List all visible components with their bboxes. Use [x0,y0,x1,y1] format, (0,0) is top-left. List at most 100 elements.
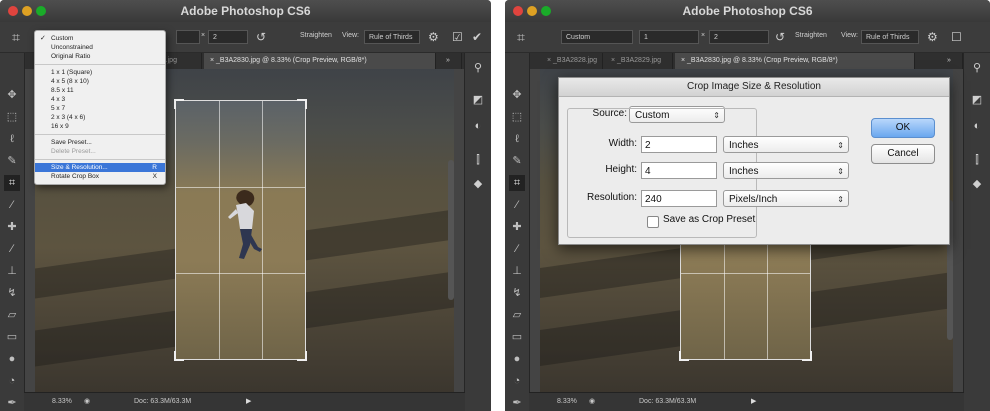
brush-tool-icon[interactable]: ∕ [509,241,525,257]
tab-b3a2828[interactable]: × _B3A2828.jpg [541,53,603,69]
crop-tool-icon[interactable]: ⌗ [509,175,525,191]
menu-item-8-5x11[interactable]: 8.5 x 11 [35,86,165,95]
eyedropper-tool-icon[interactable]: ⁄ [4,197,20,213]
healing-tool-icon[interactable]: ✚ [4,219,20,235]
preset-select[interactable]: Custom [561,30,633,44]
quick-select-tool-icon[interactable]: ✎ [509,153,525,169]
move-tool-icon[interactable]: ✥ [4,87,20,103]
navigator-panel-icon[interactable]: ◩ [970,93,984,107]
delete-cropped-check-icon[interactable]: ☐ [951,30,962,44]
straighten-button[interactable]: Straighten [795,32,827,39]
crop-tool-icon[interactable]: ⌗ [517,29,525,46]
menu-item-2x3[interactable]: 2 x 3 (4 x 6) [35,113,165,122]
lasso-tool-icon[interactable]: ℓ [4,131,20,147]
tab-b3a2830[interactable]: × _B3A2830.jpg @ 8.33% (Crop Preview, RG… [204,53,436,69]
menu-item-4x3[interactable]: 4 x 3 [35,95,165,104]
marquee-tool-icon[interactable]: ⬚ [509,109,525,125]
crop-handle-top-right[interactable] [297,99,307,109]
history-panel-icon[interactable]: ⚲ [970,61,984,75]
adjustments-panel-icon[interactable]: ◐ [471,119,485,133]
layers-panel-icon[interactable]: ◆ [471,177,485,191]
status-menu-arrow-icon[interactable]: ▶ [751,393,756,411]
crop-tool-icon[interactable]: ⌗ [4,175,20,191]
navigator-panel-icon[interactable]: ◩ [471,93,485,107]
crop-handle-bottom-right[interactable] [802,351,812,361]
vertical-scrollbar[interactable] [448,160,454,300]
view-select[interactable]: Rule of Thirds [861,30,919,44]
crop-tool-icon[interactable]: ⌗ [12,29,20,46]
gear-icon[interactable]: ⚙ [927,30,938,44]
menu-item-save-preset[interactable]: Save Preset... [35,138,165,147]
height-input[interactable]: 4 [641,162,717,179]
crop-handle-bottom-left[interactable] [174,351,184,361]
resolution-input[interactable]: 240 [641,190,717,207]
height-unit-select[interactable]: Inches ⇕ [723,162,849,179]
ok-button[interactable]: OK [871,118,935,138]
eyedropper-tool-icon[interactable]: ⁄ [509,197,525,213]
stamp-tool-icon[interactable]: ⊥ [509,263,525,279]
status-info-icon[interactable]: ◉ [84,393,90,411]
menu-item-rotate-crop-box[interactable]: Rotate Crop Box X [35,172,165,181]
more-tabs-icon[interactable]: » [440,53,462,69]
healing-tool-icon[interactable]: ✚ [509,219,525,235]
width-field[interactable] [176,30,200,44]
straighten-button[interactable]: Straighten [300,32,332,39]
menu-item-custom[interactable]: ✓ Custom [35,34,165,43]
menu-item-size-resolution[interactable]: Size & Resolution... R [35,163,165,172]
menu-item-1x1[interactable]: 1 x 1 (Square) [35,68,165,77]
gear-icon[interactable]: ⚙ [428,30,439,44]
blur-tool-icon[interactable]: ● [509,351,525,367]
height-field[interactable]: 2 [709,30,769,44]
width-field[interactable]: 1 [639,30,699,44]
gradient-tool-icon[interactable]: ▭ [4,329,20,345]
dodge-tool-icon[interactable]: ◔ [509,373,525,389]
commit-check-icon[interactable]: ✔ [472,30,482,44]
move-tool-icon[interactable]: ✥ [509,87,525,103]
history-panel-icon[interactable]: ⚲ [471,61,485,75]
channels-panel-icon[interactable]: ⫿ [471,153,485,167]
save-preset-checkbox[interactable] [647,216,659,228]
menu-item-16x9[interactable]: 16 x 9 [35,122,165,131]
dodge-tool-icon[interactable]: ◔ [4,373,20,389]
pen-tool-icon[interactable]: ✒ [4,395,20,411]
menu-item-5x7[interactable]: 5 x 7 [35,104,165,113]
eraser-tool-icon[interactable]: ▱ [509,307,525,323]
history-brush-tool-icon[interactable]: ↯ [4,285,20,301]
resolution-unit-select[interactable]: Pixels/Inch ⇕ [723,190,849,207]
tab-b3a2830[interactable]: × _B3A2830.jpg @ 8.33% (Crop Preview, RG… [675,53,915,69]
crop-handle-top-left[interactable] [174,99,184,109]
cancel-button[interactable]: Cancel [871,144,935,164]
brush-tool-icon[interactable]: ∕ [4,241,20,257]
adjustments-panel-icon[interactable]: ◐ [970,119,984,133]
channels-panel-icon[interactable]: ⫿ [970,153,984,167]
status-menu-arrow-icon[interactable]: ▶ [246,393,251,411]
zoom-level[interactable]: 8.33% [52,393,72,411]
view-select[interactable]: Rule of Thirds [364,30,420,44]
stamp-tool-icon[interactable]: ⊥ [4,263,20,279]
clear-icon[interactable]: ↺ [256,30,266,44]
blur-tool-icon[interactable]: ● [4,351,20,367]
width-input[interactable]: 2 [641,136,717,153]
eraser-tool-icon[interactable]: ▱ [4,307,20,323]
layers-panel-icon[interactable]: ◆ [970,177,984,191]
height-field[interactable]: 2 [208,30,248,44]
marquee-tool-icon[interactable]: ⬚ [4,109,20,125]
menu-item-original-ratio[interactable]: Original Ratio [35,52,165,61]
clear-icon[interactable]: ↺ [775,30,785,44]
pen-tool-icon[interactable]: ✒ [509,395,525,411]
gradient-tool-icon[interactable]: ▭ [509,329,525,345]
status-info-icon[interactable]: ◉ [589,393,595,411]
crop-box[interactable] [174,99,307,361]
crop-handle-bottom-left[interactable] [679,351,689,361]
history-brush-tool-icon[interactable]: ↯ [509,285,525,301]
menu-item-4x5[interactable]: 4 x 5 (8 x 10) [35,77,165,86]
more-tabs-icon[interactable]: » [941,53,963,69]
swap-icon[interactable]: × [701,32,705,39]
zoom-level[interactable]: 8.33% [557,393,577,411]
tab-b3a2829[interactable]: × _B3A2829.jpg [605,53,673,69]
crop-handle-bottom-right[interactable] [297,351,307,361]
quick-select-tool-icon[interactable]: ✎ [4,153,20,169]
swap-icon[interactable]: × [201,32,205,39]
menu-item-unconstrained[interactable]: Unconstrained [35,43,165,52]
lasso-tool-icon[interactable]: ℓ [509,131,525,147]
